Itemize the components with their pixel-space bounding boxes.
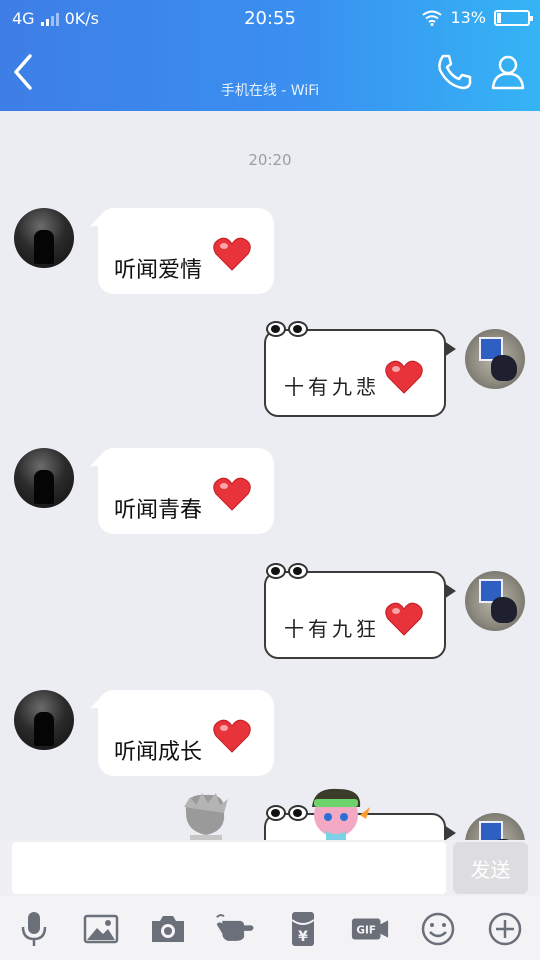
message-text: 听闻爱情 bbox=[114, 258, 203, 283]
friend-avatar[interactable] bbox=[14, 448, 74, 508]
gif-label: GIF bbox=[356, 925, 376, 937]
bottom-toolbar: ¥ GIF bbox=[0, 896, 540, 960]
image-icon bbox=[83, 914, 119, 944]
message-bubble-right[interactable]: 十有九狂 bbox=[264, 563, 456, 659]
profile-button[interactable] bbox=[488, 52, 528, 92]
camera-button[interactable] bbox=[148, 910, 188, 948]
my-avatar[interactable] bbox=[465, 329, 525, 389]
character-sticker-icon bbox=[184, 793, 228, 840]
input-row: 发送 bbox=[0, 840, 540, 896]
red-packet-icon: ¥ bbox=[291, 912, 315, 946]
send-button[interactable]: 发送 bbox=[453, 842, 528, 894]
message-text: 听闻成长 bbox=[114, 740, 203, 765]
emoji-button[interactable] bbox=[418, 910, 458, 948]
message-timestamp: 20:20 bbox=[248, 151, 292, 169]
sticker-eyes-icon bbox=[266, 321, 308, 337]
heart-icon bbox=[385, 602, 423, 636]
friend-avatar[interactable] bbox=[14, 208, 74, 268]
message-bubble-right[interactable]: 十有九悲 bbox=[264, 321, 456, 417]
top-header: 4G 0K/s 20:55 13% 手机在线 - WiFi bbox=[0, 0, 540, 111]
message-text: 十有九悲 bbox=[284, 375, 380, 399]
yen-symbol: ¥ bbox=[298, 929, 308, 945]
poke-hand-icon bbox=[216, 914, 254, 941]
character-sticker-icon bbox=[312, 788, 370, 840]
phone-icon bbox=[438, 54, 472, 90]
voice-button[interactable] bbox=[14, 910, 54, 948]
sticker-eyes-icon bbox=[266, 805, 308, 821]
poke-button[interactable] bbox=[215, 910, 255, 948]
chat-area[interactable]: 20:20 听闻爱情 十有九悲 听闻青春 十有九狂 听闻成长 bbox=[0, 111, 540, 840]
gif-icon: GIF bbox=[351, 918, 389, 940]
gif-button[interactable]: GIF bbox=[350, 910, 390, 948]
heart-icon bbox=[385, 360, 423, 394]
call-button[interactable] bbox=[434, 52, 474, 92]
message-bubble-left[interactable]: 听闻成长 bbox=[98, 690, 274, 776]
message-bubble-left[interactable]: 听闻青春 bbox=[98, 448, 274, 534]
message-input[interactable] bbox=[12, 842, 446, 894]
friend-avatar[interactable] bbox=[14, 690, 74, 750]
red-packet-button[interactable]: ¥ bbox=[283, 910, 323, 948]
status-bar: 4G 0K/s 20:55 13% bbox=[0, 0, 540, 36]
my-avatar[interactable] bbox=[465, 571, 525, 631]
my-avatar[interactable] bbox=[465, 813, 525, 840]
sticker-eyes-icon bbox=[266, 563, 308, 579]
title-bar: 手机在线 - WiFi bbox=[0, 36, 540, 111]
emoji-icon bbox=[421, 912, 455, 946]
camera-icon bbox=[152, 916, 184, 942]
more-button[interactable] bbox=[485, 910, 525, 948]
battery-icon bbox=[494, 9, 533, 26]
microphone-icon bbox=[21, 912, 47, 946]
message-bubble-left[interactable]: 听闻爱情 bbox=[98, 208, 274, 294]
battery-percent: 13% bbox=[450, 8, 486, 27]
heart-icon bbox=[213, 719, 251, 753]
message-text: 听闻青春 bbox=[114, 498, 203, 523]
image-button[interactable] bbox=[81, 910, 121, 948]
person-icon bbox=[491, 55, 525, 90]
heart-icon bbox=[213, 237, 251, 271]
message-text: 十有九狂 bbox=[284, 617, 380, 641]
heart-icon bbox=[213, 477, 251, 511]
plus-icon bbox=[488, 912, 522, 946]
wifi-icon bbox=[422, 10, 443, 26]
